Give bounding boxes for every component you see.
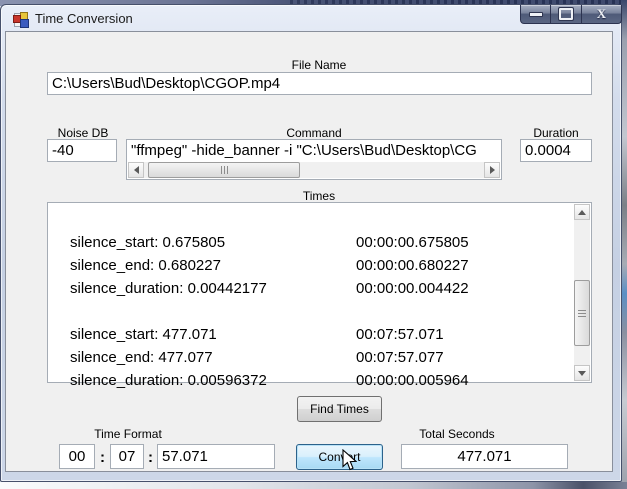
times-vscrollbar[interactable] bbox=[574, 204, 590, 381]
times-label: Times bbox=[302, 189, 336, 203]
times-line: silence_duration: 0.00596372 00:00:00.00… bbox=[70, 372, 469, 389]
total-seconds-input[interactable] bbox=[401, 444, 568, 469]
minimize-button[interactable] bbox=[520, 5, 551, 24]
app-window: Time Conversion X File Name Noise DB Com… bbox=[0, 4, 622, 482]
duration-input[interactable] bbox=[520, 139, 592, 162]
times-line: silence_end: 477.077 00:07:57.077 bbox=[70, 349, 444, 366]
file-name-label: File Name bbox=[291, 58, 347, 72]
scroll-left-button[interactable] bbox=[128, 162, 144, 178]
scroll-left-icon bbox=[133, 166, 139, 174]
times-line bbox=[70, 300, 569, 323]
scroll-right-icon bbox=[489, 166, 495, 174]
background-taskbar-edge bbox=[0, 482, 627, 489]
file-name-input[interactable] bbox=[47, 72, 592, 95]
scroll-right-button[interactable] bbox=[484, 162, 500, 178]
caption-buttons: X bbox=[520, 5, 622, 24]
client-area: File Name Noise DB Command "ffmpeg" -hid… bbox=[5, 31, 613, 472]
minimize-icon bbox=[528, 11, 543, 17]
maximize-button[interactable] bbox=[551, 5, 582, 24]
scroll-up-icon bbox=[578, 209, 586, 215]
times-line: silence_start: 0.675805 00:00:00.675805 bbox=[70, 234, 469, 251]
total-seconds-label: Total Seconds bbox=[419, 427, 495, 441]
vscroll-grip-icon bbox=[578, 309, 586, 317]
close-icon: X bbox=[596, 6, 607, 21]
convert-button[interactable]: Convert bbox=[296, 444, 383, 470]
times-line: silence_start: 477.071 00:07:57.071 bbox=[70, 326, 444, 343]
noise-db-label: Noise DB bbox=[57, 126, 109, 140]
times-textbox[interactable]: silence_start: 0.675805 00:00:00.675805 … bbox=[47, 202, 592, 389]
hscroll-thumb[interactable] bbox=[148, 162, 300, 178]
noise-db-input[interactable] bbox=[47, 139, 117, 162]
times-line: silence_end: 0.680227 00:00:00.680227 bbox=[70, 257, 469, 274]
time-minutes-input[interactable] bbox=[110, 444, 144, 469]
scroll-down-button[interactable] bbox=[574, 365, 590, 381]
time-hours-input[interactable] bbox=[59, 444, 95, 469]
titlebar[interactable]: Time Conversion X bbox=[1, 5, 622, 31]
maximize-icon bbox=[558, 7, 574, 21]
times-line bbox=[70, 208, 569, 231]
times-content: silence_start: 0.675805 00:00:00.675805 … bbox=[70, 208, 569, 392]
command-label: Command bbox=[286, 126, 342, 140]
hscroll-grip-icon bbox=[220, 166, 228, 174]
vscroll-thumb[interactable] bbox=[574, 280, 590, 346]
find-times-button[interactable]: Find Times bbox=[297, 396, 382, 422]
time-format-label: Time Format bbox=[94, 427, 162, 441]
screen: Time Conversion X File Name Noise DB Com… bbox=[0, 0, 627, 489]
time-separator: : bbox=[148, 449, 153, 466]
app-icon bbox=[12, 11, 29, 28]
duration-label: Duration bbox=[533, 126, 579, 140]
close-button[interactable]: X bbox=[582, 5, 622, 24]
scroll-up-button[interactable] bbox=[574, 204, 590, 220]
time-separator: : bbox=[100, 449, 105, 466]
command-hscrollbar[interactable] bbox=[128, 162, 500, 178]
command-input[interactable]: "ffmpeg" -hide_banner -i "C:\Users\Bud\D… bbox=[126, 139, 502, 180]
time-seconds-input[interactable] bbox=[157, 444, 275, 469]
window-title: Time Conversion bbox=[35, 11, 133, 26]
times-line: silence_duration: 0.00442177 00:00:00.00… bbox=[70, 280, 469, 297]
scroll-down-icon bbox=[578, 370, 586, 376]
